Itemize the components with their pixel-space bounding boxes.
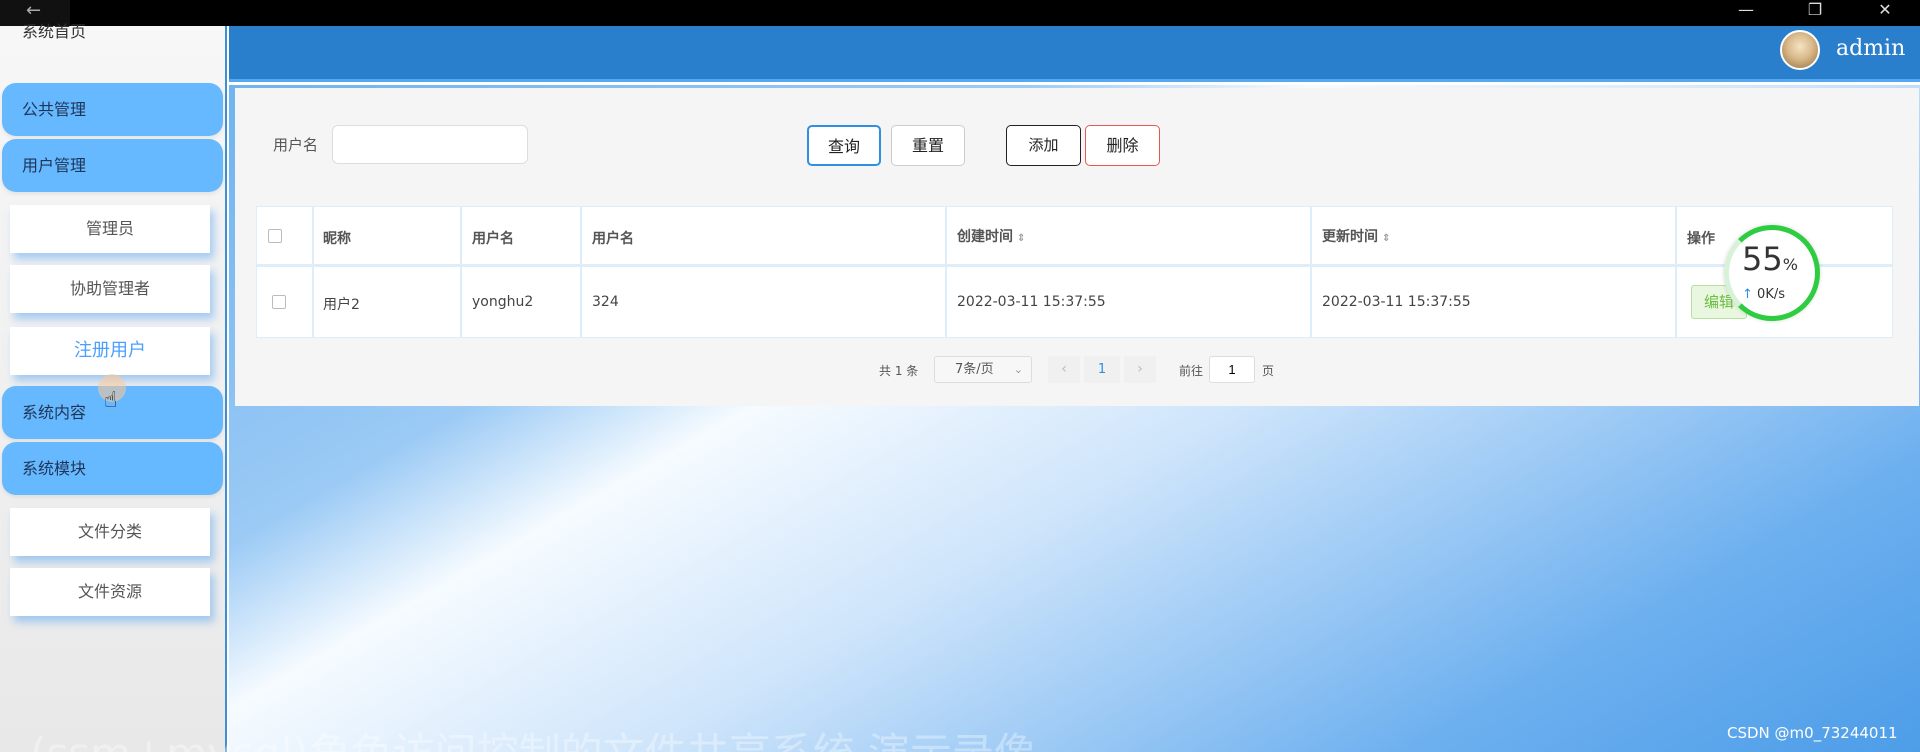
row-divider [257, 264, 1892, 267]
search-label: 用户名 [273, 136, 319, 154]
close-button[interactable]: ✕ [1855, 0, 1915, 26]
column-divider [1310, 207, 1312, 337]
header-username[interactable]: admin [1836, 36, 1905, 61]
page-size-select[interactable]: 7条/页 ⌄ [934, 356, 1032, 383]
page-unit-label: 页 [1262, 364, 1275, 378]
column-divider [312, 207, 314, 337]
header-username: 用户名 [472, 231, 514, 247]
column-divider [1675, 207, 1677, 337]
avatar[interactable] [1780, 30, 1820, 70]
column-divider [580, 207, 582, 337]
header-created-time[interactable]: 创建时间 ⇕ [957, 226, 1025, 246]
upload-arrow-icon: ↑ [1742, 287, 1753, 302]
goto-label: 前往 [1179, 364, 1204, 378]
sidebar-group-public[interactable]: 公共管理 [2, 83, 223, 136]
sidebar-home[interactable]: 系统首页 [22, 18, 86, 42]
sidebar-group-users[interactable]: 用户管理 [2, 139, 223, 192]
sort-icon[interactable]: ⇕ [1017, 233, 1025, 244]
sidebar-item-registered-users[interactable]: 注册用户 [10, 327, 210, 375]
username-search-input[interactable] [332, 125, 528, 164]
sort-icon[interactable]: ⇕ [1382, 233, 1390, 244]
add-button[interactable]: 添加 [1006, 125, 1081, 166]
header-username-2: 用户名 [592, 231, 634, 247]
header-updated-time[interactable]: 更新时间 ⇕ [1322, 226, 1390, 246]
sidebar-item-file-resource[interactable]: 文件资源 [10, 568, 210, 616]
cell-created-time: 2022-03-11 15:37:55 [957, 294, 1106, 310]
column-divider [945, 207, 947, 337]
minimize-button[interactable]: — [1716, 0, 1776, 26]
sidebar-item-assistant[interactable]: 协助管理者 [10, 265, 210, 313]
video-title-watermark: (ssm+mysql)角色访问控制的文件共享系统 演示录像 [30, 720, 1036, 752]
top-header [229, 26, 1920, 82]
query-button[interactable]: 查询 [807, 125, 881, 166]
reset-button[interactable]: 重置 [891, 125, 965, 166]
window-titlebar [0, 0, 1920, 26]
cell-username-2: 324 [592, 294, 619, 310]
users-table [256, 206, 1893, 338]
header-actions: 操作 [1687, 231, 1715, 247]
header-nickname: 昵称 [323, 231, 351, 247]
close-icon: ✕ [1878, 0, 1892, 19]
csdn-watermark: CSDN @m0_73244011 [1727, 724, 1898, 742]
cell-updated-time: 2022-03-11 15:37:55 [1322, 294, 1471, 310]
next-page-button[interactable]: › [1124, 356, 1156, 383]
delete-button[interactable]: 删除 [1085, 125, 1160, 166]
column-divider [460, 207, 462, 337]
cell-nickname: 用户2 [323, 297, 360, 313]
select-all-checkbox[interactable] [268, 229, 282, 243]
goto-page-input[interactable] [1209, 356, 1255, 383]
sidebar-item-file-category[interactable]: 文件分类 [10, 508, 210, 556]
speed-percent: 55% [1742, 240, 1798, 278]
restore-icon: ❐ [1807, 0, 1823, 19]
hand-cursor-icon: ☝ [104, 388, 118, 413]
minimize-icon: — [1738, 0, 1754, 19]
prev-page-button[interactable]: ‹ [1048, 356, 1080, 383]
sidebar-group-modules[interactable]: 系统模块 [2, 442, 223, 495]
chevron-down-icon: ⌄ [1013, 363, 1023, 376]
page-number-1[interactable]: 1 [1084, 356, 1120, 383]
row-checkbox[interactable] [272, 295, 286, 309]
cell-username: yonghu2 [472, 294, 534, 310]
speed-rate: ↑ 0K/s [1742, 287, 1785, 302]
sidebar-item-admin[interactable]: 管理员 [10, 205, 210, 253]
pagination-total: 共 1 条 [879, 364, 919, 378]
restore-button[interactable]: ❐ [1785, 0, 1845, 26]
